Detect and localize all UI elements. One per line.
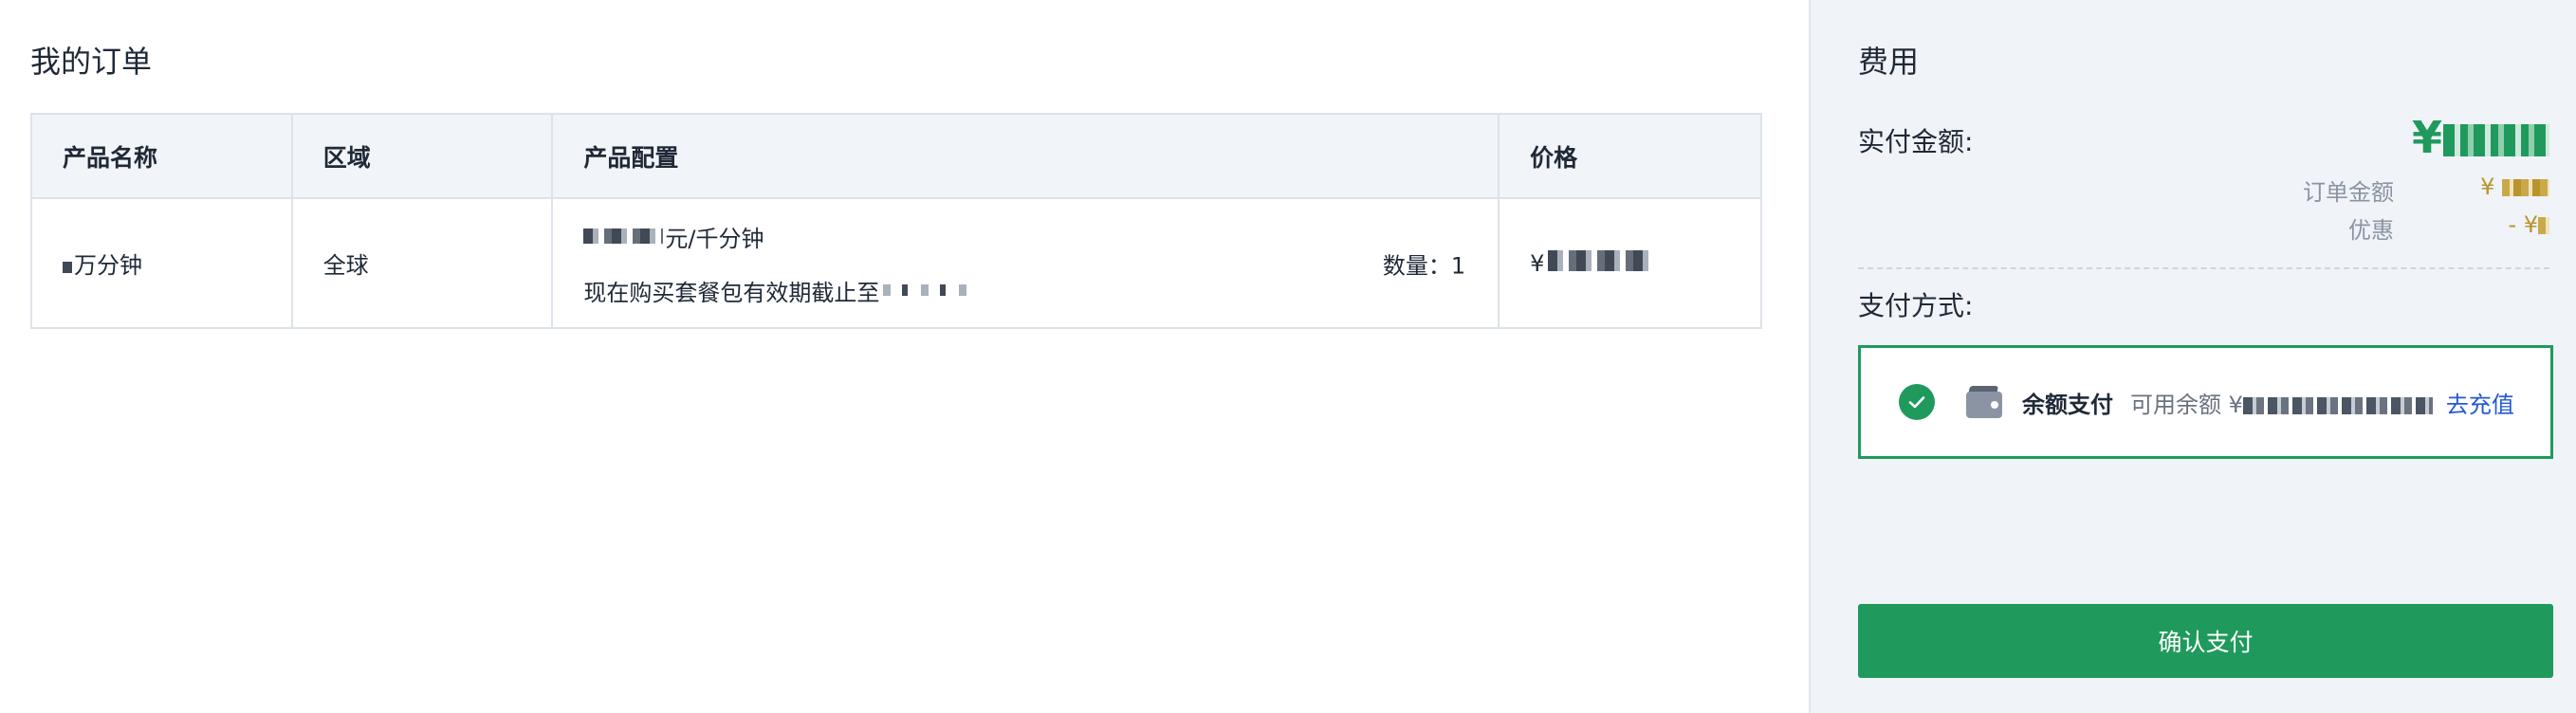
config-expiry-text: 现在购买套餐包有效期截止至 [583,279,880,306]
redacted-text [63,262,72,273]
redacted-amount [2443,124,2549,156]
discount-value: - ¥ [2508,211,2549,238]
available-balance-label: 可用余额 ¥ [2130,391,2243,418]
col-header-product-name: 产品名称 [31,114,293,198]
cost-panel: 费用 实付金额: ¥ 订单金额 ¥ 优惠 - ¥ 支付方式: 余额支付 可用余额… [1809,0,2576,713]
orders-section: 我的订单 产品名称 区域 产品配置 价格 万分钟 全球 元/千分钟 现在购买套餐… [0,0,1809,713]
cell-region: 全球 [291,198,554,328]
config-spec-text: 元/千分钟 [665,225,764,252]
config-expiry: 现在购买套餐包有效期截止至 [583,274,1498,307]
product-name-text: 万分钟 [74,252,142,279]
col-header-config: 产品配置 [552,114,1500,198]
cell-product-name: 万分钟 [31,198,293,328]
redacted-date [883,284,979,296]
orders-title: 我的订单 [30,44,153,80]
config-spec: 元/千分钟 [583,220,1498,253]
discount-label: 优惠 [2348,217,2394,244]
discount-currency: - ¥ [2508,211,2538,238]
redacted-price [1548,249,1653,271]
paid-currency: ¥ [2411,112,2443,163]
pay-option-name: 余额支付 [2022,391,2113,418]
checkout-page: 我的订单 产品名称 区域 产品配置 价格 万分钟 全球 元/千分钟 现在购买套餐… [0,0,2576,713]
cost-title: 费用 [1858,44,1920,80]
confirm-pay-button[interactable]: 确认支付 [1858,604,2553,678]
order-amount-currency: ¥ [2480,174,2495,200]
order-table: 产品名称 区域 产品配置 价格 万分钟 全球 元/千分钟 现在购买套餐包有效期截… [30,113,1762,329]
redacted-amount [2538,217,2549,234]
quantity-label: 数量：1 [1382,252,1466,279]
topup-link[interactable]: 去充值 [2446,386,2514,419]
order-amount-label: 订单金额 [2303,179,2394,206]
redacted-amount [2502,179,2549,196]
divider [1858,267,2549,269]
wallet-icon [1966,386,2002,418]
price-prefix: ¥ [1530,249,1545,277]
redacted-balance [2242,396,2433,414]
balance-pay-option[interactable]: 余额支付 可用余额 ¥ 去充值 [1858,345,2553,459]
check-circle-icon [1899,384,1935,420]
table-header-row: 产品名称 区域 产品配置 价格 [31,114,1761,198]
available-balance: 可用余额 ¥ [2130,386,2433,419]
col-header-price: 价格 [1530,143,1578,172]
paid-amount-value: ¥ [2412,112,2549,163]
order-amount-value: ¥ [2480,174,2549,200]
table-row: 万分钟 全球 元/千分钟 现在购买套餐包有效期截止至 数量：1 ¥ [31,198,1761,328]
cell-config: 元/千分钟 现在购买套餐包有效期截止至 数量：1 [552,198,1500,328]
paid-amount-label: 实付金额: [1858,126,1974,157]
redacted-text [583,229,664,244]
pay-method-label: 支付方式: [1858,290,1974,321]
cell-price: ¥ [1499,198,1761,328]
col-header-region: 区域 [291,114,554,198]
